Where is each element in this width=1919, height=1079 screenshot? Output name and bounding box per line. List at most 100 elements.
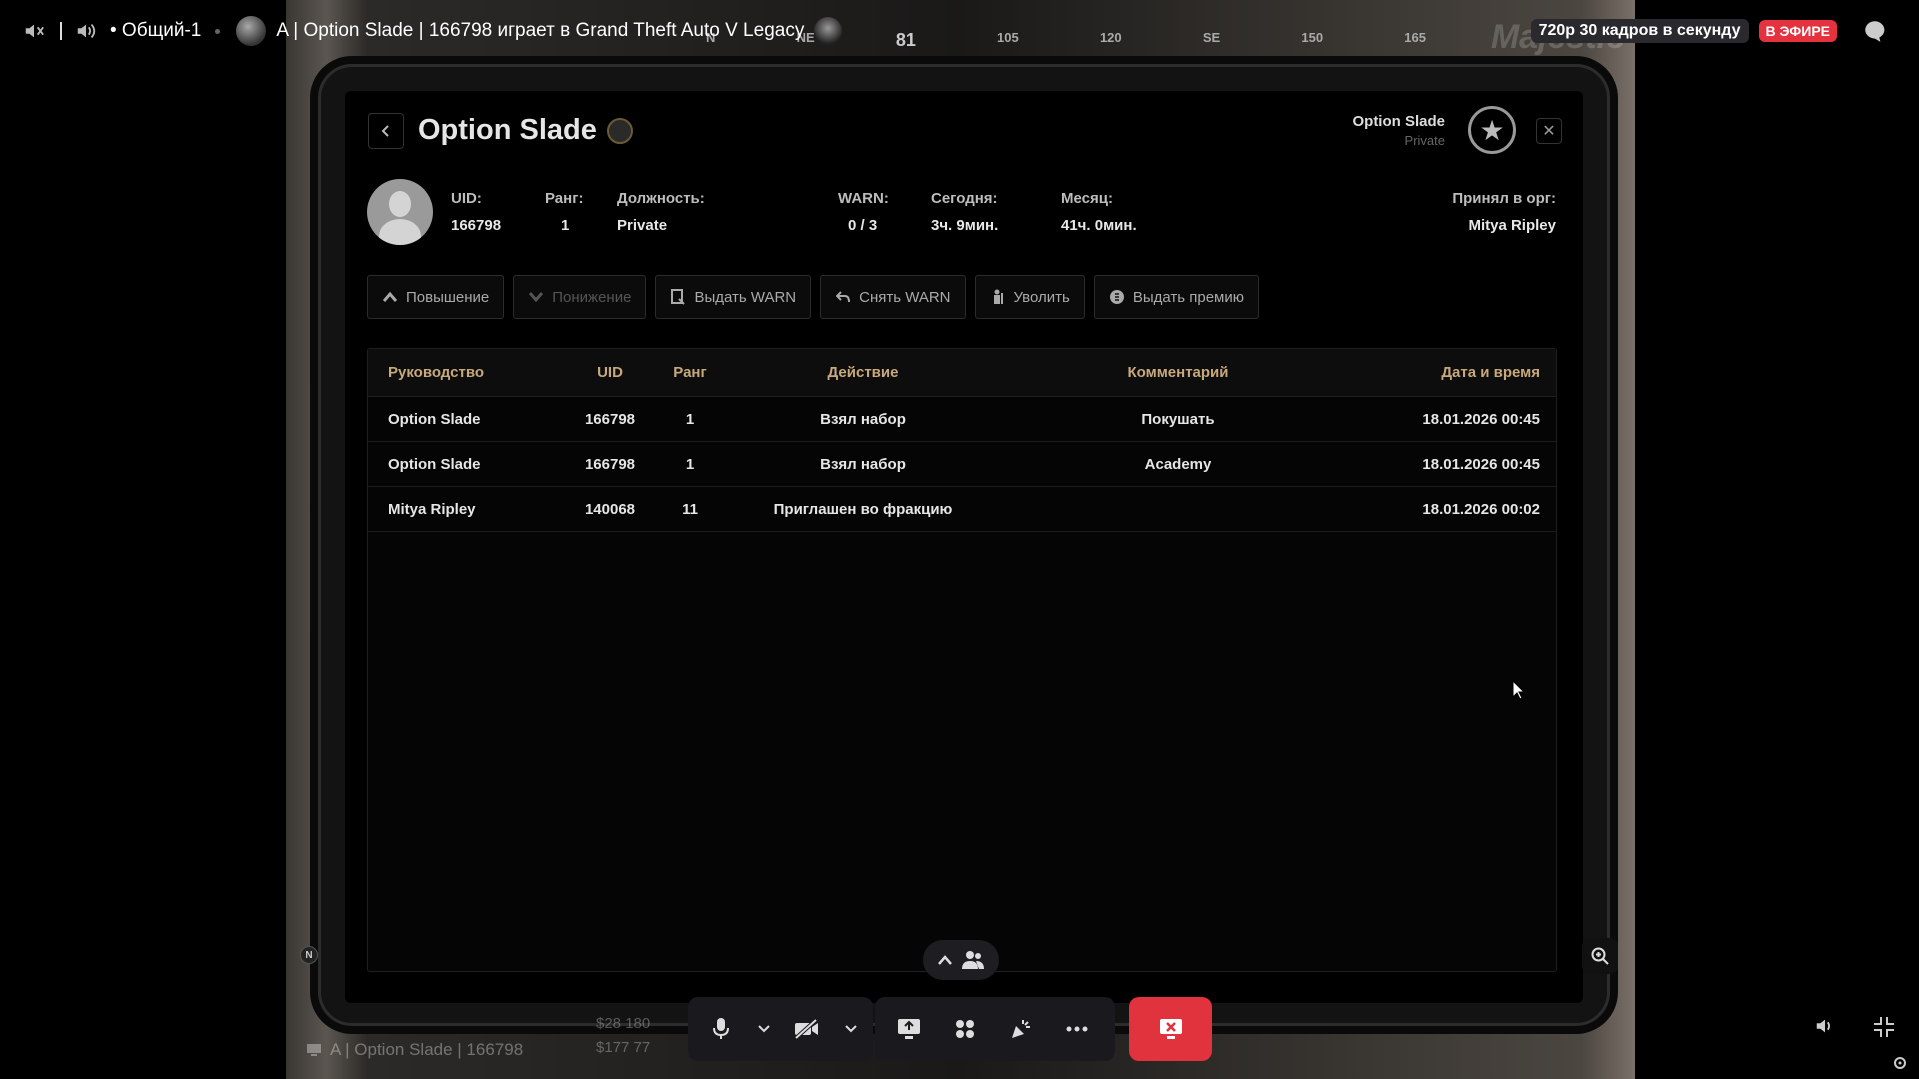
cell-action: Взял набор [820,410,906,428]
more-icon [1066,1026,1088,1032]
table-row[interactable]: Option Slade 166798 1 Взял набор Покушат… [368,397,1556,442]
settings-icon[interactable] [1893,1056,1907,1075]
warn-doc-icon [670,289,686,305]
stat-label: UID: [451,190,482,207]
show-members-button[interactable] [923,940,999,980]
microphone-button[interactable] [696,1003,746,1055]
zoom-button[interactable] [1582,938,1618,974]
camera-options-button[interactable] [836,1003,865,1055]
game-money: $28 180 $177 77 [596,1012,650,1060]
column-header[interactable]: Действие [728,364,998,381]
stat-warn: WARN: 0 / 3 [838,190,889,234]
cell-rank: 11 [682,500,698,518]
stop-screen-share-icon [1159,1019,1182,1039]
stream-status: 720p 30 кадров в секунду В ЭФИРЕ [1530,0,1899,62]
stat-label: Месяц: [1061,190,1113,207]
fire-button[interactable]: Уволить [974,275,1085,319]
stat-label: Сегодня: [931,190,998,207]
button-label: Выдать премию [1132,288,1244,306]
stream-tile-label: A | Option Slade | 166798 [306,1040,523,1060]
stat-rank: Ранг: 1 [545,190,583,234]
stat-month: Месяц: 41ч. 0мин. [1061,190,1137,234]
stat-value: 166798 [451,217,502,234]
close-icon: ✕ [1542,123,1556,140]
column-header[interactable]: Ранг [652,364,728,381]
give-bonus-button[interactable]: Выдать премию [1093,275,1259,319]
share-screen-button[interactable] [883,1003,935,1055]
table-header: Руководство UID Ранг Действие Комментари… [368,349,1556,397]
stream-tile-title: A | Option Slade | 166798 [330,1040,524,1059]
table-row[interactable]: Mitya Ripley 140068 11 Приглашен во фрак… [368,487,1556,532]
camera-off-icon [795,1018,819,1040]
cell-action: Взял набор [820,455,906,473]
n-badge: N [300,946,318,964]
volume-icon[interactable] [72,17,100,45]
microphone-icon [712,1018,729,1039]
exit-fullscreen-icon[interactable] [1872,1015,1896,1044]
soundboard-icon [1012,1020,1030,1038]
soundboard-button[interactable] [995,1003,1047,1055]
stat-label: Принял в орг: [1452,190,1556,207]
streamer-avatar[interactable] [236,16,267,46]
chevron-up-icon [382,289,398,305]
mouse-cursor-icon [1512,680,1526,700]
cell-datetime: 18.01.2026 00:45 [1422,410,1540,428]
live-badge: В ЭФИРЕ [1758,20,1837,42]
activities-icon [956,1020,974,1038]
remove-warn-button[interactable]: Снять WARN [820,275,966,319]
back-button[interactable] [368,113,404,149]
camera-button[interactable] [783,1003,833,1055]
zoom-in-icon [1591,947,1609,965]
action-toolbar: Повышение Понижение Выдать WARN Снять WA… [367,275,1259,319]
cell-uid: 140068 [584,500,636,518]
stat-uid: UID: 166798 [451,190,501,234]
audio-video-controls [688,997,873,1061]
fire-person-icon [990,289,1006,305]
chat-icon[interactable] [1861,17,1889,45]
cell-datetime: 18.01.2026 00:45 [1422,455,1540,473]
more-options-button[interactable] [1051,1003,1103,1055]
channel-name[interactable]: • Общий-1 [110,20,201,42]
owner-name: Option Slade [1352,113,1445,130]
money-line: $28 180 [596,1015,651,1032]
chevron-down-icon [528,289,544,305]
page-title: Option Slade [418,114,597,146]
screen-icon [307,1044,321,1056]
stop-stream-button[interactable] [1129,997,1212,1061]
share-screen-icon [898,1019,920,1039]
cell-comment: Academy [1144,455,1212,473]
separator-dot [215,28,221,34]
stat-value: 0 / 3 [848,217,878,234]
cell-manager: Option Slade [388,455,481,473]
cell-manager: Mitya Ripley [388,500,476,518]
close-button[interactable]: ✕ [1536,118,1562,144]
column-header[interactable]: Руководство [368,364,568,381]
star-emblem-icon: ★ [1468,106,1516,154]
stream-volume-icon[interactable] [1814,1015,1836,1042]
stat-label: Должность: [617,190,705,207]
stat-label: WARN: [838,190,889,207]
cell-rank: 1 [685,410,695,428]
owner-rank: Private [1404,133,1445,148]
microphone-options-button[interactable] [750,1003,779,1055]
game-icon [814,17,843,45]
stat-accepted-by: Принял в орг: Mitya Ripley [1452,190,1556,234]
table-row[interactable]: Option Slade 166798 1 Взял набор Academy… [368,442,1556,487]
give-warn-button[interactable]: Выдать WARN [655,275,812,319]
column-header[interactable]: UID [568,364,652,381]
button-label: Повышение [406,288,490,306]
quality-badge: 720p 30 кадров в секунду [1530,19,1749,43]
divider-icon [58,17,64,45]
column-header[interactable]: Дата и время [1358,364,1556,381]
column-header[interactable]: Комментарий [998,364,1358,381]
history-table: Руководство UID Ранг Действие Комментари… [367,348,1557,972]
avatar [367,179,433,245]
speaker-muted-icon[interactable] [20,17,48,45]
stat-label: Ранг: [545,190,584,207]
cell-uid: 166798 [584,410,636,428]
activities-button[interactable] [939,1003,991,1055]
demote-button[interactable]: Понижение [513,275,647,319]
promote-button[interactable]: Повышение [367,275,505,319]
chevron-left-icon [381,125,389,137]
button-label: Снять WARN [859,288,951,306]
